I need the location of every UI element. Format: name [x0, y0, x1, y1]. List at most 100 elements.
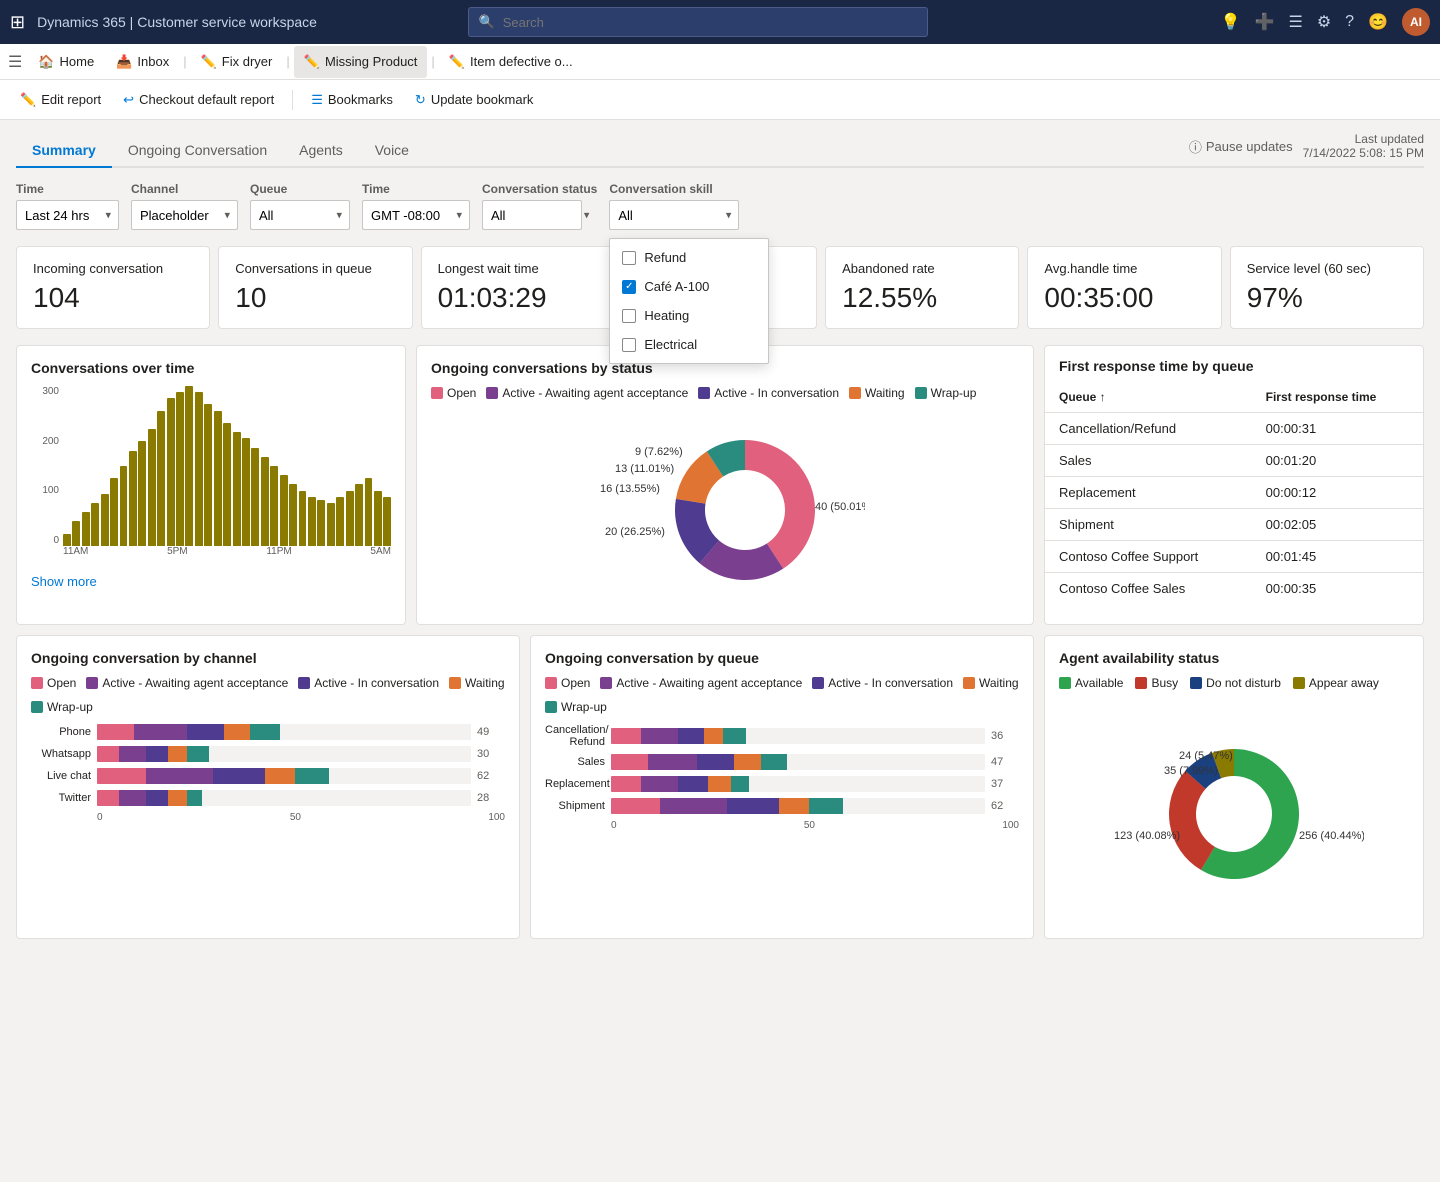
legend-available: Available — [1059, 676, 1123, 690]
bar — [214, 411, 222, 546]
legend-ch-open: Open — [31, 676, 76, 690]
legend-q-wrapup: Wrap-up — [545, 700, 607, 714]
kpi-incoming-conversation: Incoming conversation 104 — [16, 246, 210, 329]
bar — [233, 432, 241, 546]
bar — [308, 497, 316, 546]
bar — [317, 500, 325, 546]
help-icon[interactable]: ? — [1345, 13, 1354, 31]
first-response-title: First response time by queue — [1045, 346, 1423, 382]
first-response-table-scroll[interactable]: Queue ↑ First response time Cancellation… — [1045, 382, 1423, 604]
avatar[interactable]: AI — [1402, 8, 1430, 36]
list-item: Cancellation/ Refund 36 — [545, 724, 1019, 748]
filter-time-select[interactable]: Last 24 hrs — [16, 200, 119, 230]
dropdown-item-electrical[interactable]: Electrical — [610, 330, 768, 359]
tab-agents[interactable]: Agents — [283, 134, 359, 168]
bar — [138, 441, 146, 546]
first-response-table: Queue ↑ First response time Cancellation… — [1045, 382, 1423, 604]
search-box[interactable]: 🔍 — [468, 7, 928, 37]
tab-summary[interactable]: Summary — [16, 134, 112, 168]
list-item: Twitter 28 — [31, 790, 505, 806]
dropdown-item-heating[interactable]: Heating — [610, 301, 768, 330]
tab-home[interactable]: 🏠 Home — [28, 46, 104, 78]
filter-timezone-select[interactable]: GMT -08:00 — [362, 200, 470, 230]
bar — [176, 392, 184, 546]
checkout-report-button[interactable]: ↩ Checkout default report — [115, 88, 282, 112]
pause-updates-button[interactable]: ⓘ Pause updates — [1189, 137, 1293, 156]
filter-conv-skill-select[interactable]: All — [609, 200, 739, 230]
settings-icon[interactable]: ⚙ — [1317, 12, 1331, 32]
add-icon[interactable]: ➕ — [1255, 12, 1275, 32]
donut-label: 16 (13.55%) — [600, 483, 660, 495]
edit-report-button[interactable]: ✏️ Edit report — [12, 88, 109, 112]
conversations-over-time-card: Conversations over time 300 200 100 0 11… — [16, 345, 406, 625]
bar — [242, 438, 250, 546]
bar — [327, 503, 335, 546]
legend-busy: Busy — [1135, 676, 1178, 690]
filter-channel-label: Channel — [131, 182, 238, 196]
bar — [280, 475, 288, 546]
lightbulb-icon[interactable]: 💡 — [1221, 12, 1241, 32]
bar — [129, 451, 137, 546]
filter-queue-select[interactable]: All — [250, 200, 350, 230]
col-queue[interactable]: Queue ↑ — [1045, 382, 1252, 413]
bar-chart: 300 200 100 0 11AM 5PM 11PM 5AM — [31, 386, 391, 566]
col-first-response[interactable]: First response time — [1252, 382, 1423, 413]
filter-icon[interactable]: ☰ — [1288, 12, 1302, 32]
list-item: Live chat 62 — [31, 768, 505, 784]
conv-skill-dropdown: Refund ✓ Café A-100 Heating Electrical — [609, 238, 769, 364]
checkbox-refund[interactable] — [622, 251, 636, 265]
checkbox-cafe-a100[interactable]: ✓ — [622, 280, 636, 294]
last-updated: Last updated 7/14/2022 5:08: 15 PM — [1303, 132, 1424, 160]
grid-icon[interactable]: ⊞ — [10, 12, 25, 33]
filters-row: Time Last 24 hrs Channel Placeholder Que… — [16, 182, 1424, 230]
separator-1: | — [183, 54, 186, 69]
user-icon[interactable]: 😊 — [1368, 12, 1388, 32]
update-bookmark-button[interactable]: ↻ Update bookmark — [407, 88, 542, 112]
filter-conv-skill: Conversation skill All Refund ✓ Café A-1… — [609, 182, 739, 230]
filter-timezone-label: Time — [362, 182, 470, 196]
channel-xaxis: 0 50 100 — [31, 812, 505, 823]
agent-availability-legend: Available Busy Do not disturb Appear awa… — [1059, 676, 1409, 690]
kpi-conversations-in-queue: Conversations in queue 10 — [218, 246, 412, 329]
tabs-bar: ☰ 🏠 Home 📥 Inbox | ✏️ Fix dryer | ✏️ Mis… — [0, 44, 1440, 80]
separator-2: | — [286, 54, 289, 69]
bar — [148, 429, 156, 546]
toolbar: ✏️ Edit report ↩ Checkout default report… — [0, 80, 1440, 120]
tab-missing-product[interactable]: ✏️ Missing Product — [294, 46, 428, 78]
table-row: Cancellation/Refund00:00:31 — [1045, 413, 1423, 445]
dropdown-item-cafe-a100[interactable]: ✓ Café A-100 — [610, 272, 768, 301]
bar — [204, 404, 212, 546]
filter-conv-status-select[interactable]: All — [482, 200, 582, 230]
tab-fix-dryer[interactable]: ✏️ Fix dryer — [191, 46, 283, 78]
donut-label: 20 (26.25%) — [605, 526, 665, 538]
nav-icons: 💡 ➕ ☰ ⚙ ? 😊 AI — [1221, 8, 1430, 36]
dropdown-item-refund[interactable]: Refund — [610, 243, 768, 272]
update-icon: ↻ — [415, 92, 426, 108]
checkbox-electrical[interactable] — [622, 338, 636, 352]
ongoing-by-channel-legend: Open Active - Awaiting agent acceptance … — [31, 676, 505, 714]
bar-chart-bars — [63, 386, 391, 546]
tab-item-defective[interactable]: ✏️ Item defective o... — [439, 46, 583, 78]
legend-ch-in-conv: Active - In conversation — [298, 676, 439, 690]
ongoing-by-queue-title: Ongoing conversation by queue — [545, 650, 1019, 666]
tab-voice[interactable]: Voice — [359, 134, 425, 168]
bar — [270, 466, 278, 546]
hamburger-icon[interactable]: ☰ — [8, 52, 22, 72]
search-input[interactable] — [503, 15, 917, 30]
tab-inbox[interactable]: 📥 Inbox — [106, 46, 179, 78]
list-item: Phone 49 — [31, 724, 505, 740]
bar — [110, 478, 118, 546]
filter-conv-status-label: Conversation status — [482, 182, 597, 196]
donut-label: 256 (40.44%) — [1299, 830, 1364, 842]
table-row: Shipment00:02:05 — [1045, 509, 1423, 541]
filter-channel-select[interactable]: Placeholder — [131, 200, 238, 230]
bookmarks-button[interactable]: ☰ Bookmarks — [303, 88, 401, 112]
bar — [167, 398, 175, 546]
legend-active-in-conv: Active - In conversation — [698, 386, 839, 400]
tab-ongoing-conversation[interactable]: Ongoing Conversation — [112, 134, 283, 168]
filter-conv-skill-label: Conversation skill — [609, 182, 739, 196]
checkbox-heating[interactable] — [622, 309, 636, 323]
bar — [336, 497, 344, 546]
show-more-link[interactable]: Show more — [31, 574, 97, 589]
agent-donut-chart: 35 (7.99%)24 (5.47%)256 (40.44%)123 (40.… — [1104, 714, 1364, 914]
